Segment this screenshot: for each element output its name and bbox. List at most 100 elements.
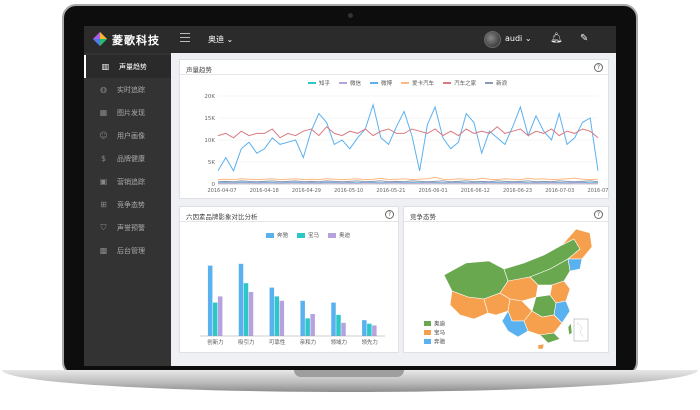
map-legend-label: 奥迪: [434, 320, 446, 328]
sidebar-item-label: 声誉预警: [117, 223, 145, 232]
bell-icon[interactable]: 🔔︎: [550, 33, 563, 44]
bar: [341, 322, 346, 336]
shield-icon: ⛉: [100, 222, 107, 232]
legend-item[interactable]: 微信: [339, 79, 361, 87]
brand-select-dropdown[interactable]: 奥迪 ⌄: [208, 34, 233, 45]
sidebar-item-label: 声量趋势: [119, 62, 147, 71]
legend-item[interactable]: 新浪: [485, 79, 507, 87]
map-region-hainan: [537, 343, 545, 350]
x-tick-label: 2016-07-03: [545, 188, 574, 194]
y-tick-label: 5K: [208, 160, 215, 166]
legend-item[interactable]: 知乎: [308, 79, 330, 87]
sidebar-item-7[interactable]: ⛉ 声誉预警: [84, 216, 171, 239]
bar: [331, 302, 336, 336]
legend-item[interactable]: 汽车之家: [443, 79, 476, 87]
category-label: 吸引力: [238, 338, 255, 346]
sidebar-item-2[interactable]: ▦ 图片发现: [84, 101, 171, 124]
legend-label: 奔驰: [277, 233, 289, 239]
bar: [217, 296, 223, 336]
factor-bar-chart: 创新力 吸引力 可靠性 亲和力 领域力 领先力: [200, 263, 385, 346]
sidebar-item-8[interactable]: ▩ 后台管理: [84, 239, 171, 262]
bar-chart-icon: ▥: [101, 62, 110, 71]
y-tick-label: 20K: [204, 94, 215, 100]
map-region-taiwan: [567, 322, 573, 336]
logo-icon: [93, 32, 107, 46]
legend-item[interactable]: 爱卡汽车: [401, 79, 434, 87]
bar: [279, 300, 285, 336]
hamburger-menu-icon[interactable]: [180, 33, 190, 43]
bar-legend: 奔驰 宝马 奥迪: [266, 231, 359, 239]
megaphone-icon: ▣: [99, 177, 108, 186]
chevron-down-icon: ⌄: [524, 34, 532, 43]
map-panel-title: 竞争态势: [410, 213, 436, 221]
legend-label: 奥迪: [339, 233, 351, 239]
legend-item[interactable]: 宝马: [297, 231, 319, 239]
bar: [274, 296, 280, 336]
sidebar-item-label: 用户画像: [117, 131, 145, 140]
x-tick-label: 2016-06-12: [461, 188, 490, 194]
sidebar-item-3[interactable]: ☺ 用户画像: [84, 124, 171, 147]
bar-panel-title: 六因素品牌影象对比分析: [186, 213, 258, 221]
help-icon[interactable]: ?: [594, 63, 603, 72]
help-icon[interactable]: ?: [385, 210, 394, 219]
camera-dot: [348, 13, 353, 18]
chevron-down-icon: ⌄: [226, 35, 234, 44]
legend-marker: [401, 82, 410, 84]
competition-map-panel: 竞争态势 ? 奥迪 宝马 奔驰: [403, 206, 609, 353]
bar: [362, 320, 367, 336]
map-region-guangdong: [539, 332, 561, 344]
sidebar-item-5[interactable]: ▣ 营销追踪: [84, 170, 171, 193]
china-map[interactable]: 奥迪宝马奔驰: [404, 223, 608, 353]
bar: [336, 314, 341, 336]
series-line-4: [217, 126, 599, 139]
legend-item[interactable]: 奥迪: [328, 231, 350, 239]
user-menu[interactable]: audi ⌄: [505, 34, 532, 43]
category-label: 亲和力: [300, 338, 317, 346]
map-legend-marker: [424, 339, 431, 344]
y-tick-label: 15K: [204, 116, 215, 122]
legend-label: 知乎: [319, 81, 331, 87]
brand-name: 菱歌科技: [112, 34, 160, 47]
divider: [180, 74, 608, 75]
x-tick-label: 2016-04-07: [207, 188, 236, 194]
divider: [404, 221, 608, 222]
legend-marker: [297, 232, 306, 238]
sidebar-item-0[interactable]: ▥ 声量趋势: [84, 55, 171, 78]
series-line-3: [217, 176, 599, 181]
legend-marker: [266, 232, 274, 238]
trend-panel: 声量趋势 ? 知乎 微信 微博 爱卡汽车 汽车之家 新浪 0 5K 10K 15K 20K 2016…: [179, 59, 609, 199]
legend-label: 爱卡汽车: [412, 81, 435, 87]
sidebar-item-label: 营销追踪: [117, 177, 145, 186]
bar: [248, 292, 254, 336]
sidebar-item-label: 竞争态势: [117, 200, 145, 209]
map-legend-label: 奔驰: [434, 338, 446, 346]
grid-icon: ▩: [99, 246, 108, 255]
globe-icon: ◍: [100, 85, 107, 94]
x-tick-label: 2016-05-10: [334, 188, 363, 194]
map-legend-marker: [424, 321, 431, 326]
sidebar-item-1[interactable]: ◍ 实时追踪: [84, 78, 171, 101]
sidebar-item-label: 实时追踪: [117, 85, 145, 94]
y-tick-label: 10K: [204, 138, 215, 144]
x-tick-label: 2016-04-29: [292, 188, 321, 194]
bar: [305, 318, 310, 336]
avatar[interactable]: [484, 31, 501, 48]
trend-panel-title: 声量趋势: [186, 66, 212, 74]
legend-label: 新浪: [496, 81, 508, 87]
map-legend: 奥迪宝马奔驰: [424, 320, 446, 346]
help-icon[interactable]: ?: [594, 210, 603, 219]
sidebar-item-6[interactable]: ⊞ 竞争态势: [84, 193, 171, 216]
legend-label: 汽车之家: [454, 81, 477, 87]
x-tick-label: 2016-04-18: [250, 188, 279, 194]
legend-label: 宝马: [308, 233, 320, 239]
bar: [238, 263, 244, 336]
divider: [180, 221, 398, 222]
legend-marker: [370, 82, 379, 84]
series-line-2: [217, 102, 599, 172]
map-legend-marker: [424, 330, 431, 335]
edit-note-icon[interactable]: ✎: [580, 33, 588, 44]
legend-item[interactable]: 奔驰: [266, 231, 288, 239]
sidebar-item-4[interactable]: $ 品牌健康: [84, 147, 171, 170]
x-tick-label: 2016-06-23: [503, 188, 532, 194]
legend-item[interactable]: 微博: [370, 79, 392, 87]
